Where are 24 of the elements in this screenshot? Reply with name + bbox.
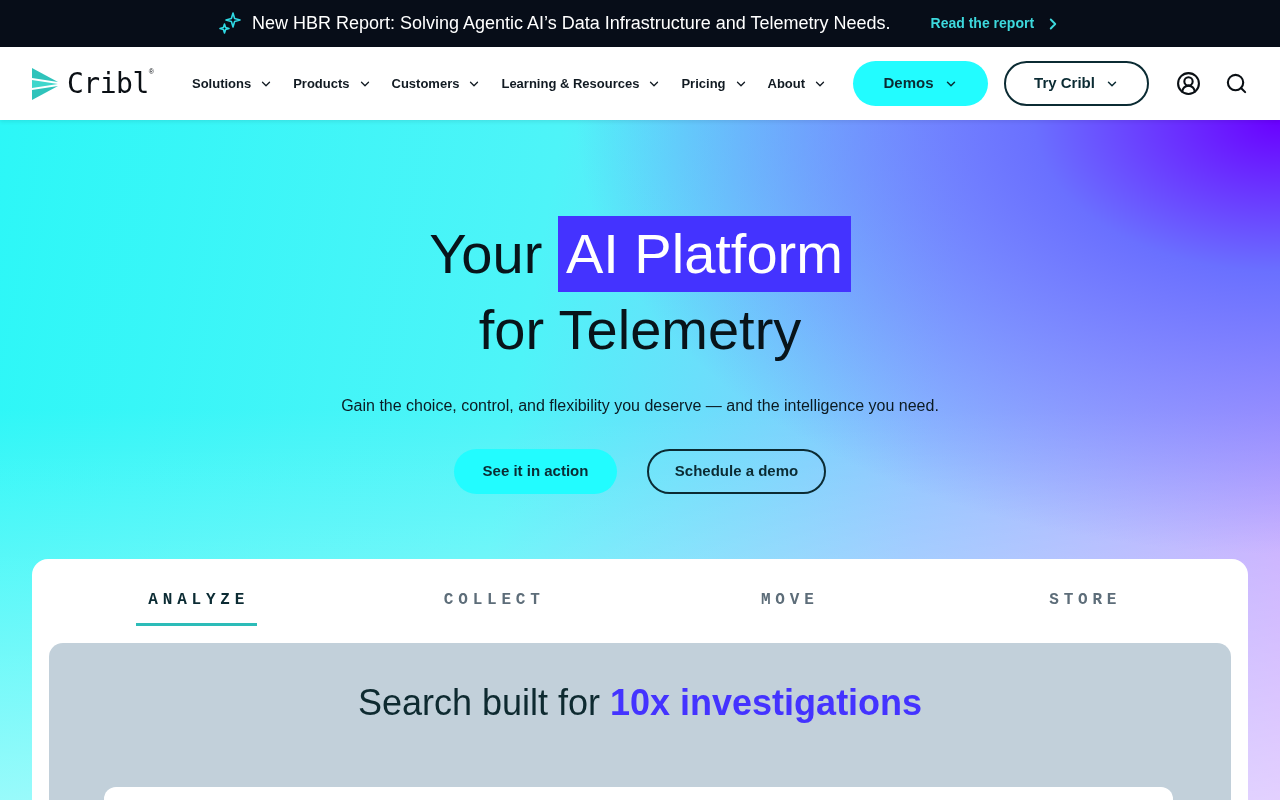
demos-button[interactable]: Demos [853,61,988,106]
nav-menu-item[interactable]: Pricing [681,73,748,94]
nav-menu-item[interactable]: Customers [391,73,482,94]
see-in-action-button[interactable]: See it in action [454,449,617,494]
schedule-demo-button[interactable]: Schedule a demo [647,449,826,494]
tab[interactable]: ANALYZE [136,588,258,626]
tab[interactable]: STORE [1037,588,1130,626]
try-button[interactable]: Try Cribl [1004,61,1149,106]
sparkle-icon [217,11,242,36]
hero-subtitle: Gain the choice, control, and flexibility you deserve — and the intelligence you need. [341,396,939,416]
logo-text: Cribl [67,67,149,100]
announcement-text: New HBR Report: Solving Agentic AI’s Data Infrastructure and Telemetry Needs. [251,12,891,35]
tab[interactable]: COLLECT [431,588,553,626]
nav-menu-item[interactable]: Solutions [191,73,274,94]
logo-icon [32,67,58,100]
hero-heading: Your AI Platform for Telemetry [429,216,851,368]
panel-heading: Search built for 10x investigations [357,681,923,725]
nav-menu-item[interactable]: Products [293,73,372,94]
search-icon[interactable] [1225,72,1248,95]
account-icon[interactable] [1176,71,1201,96]
nav-menu-item[interactable]: Learning & Resources [501,73,662,94]
read-report-link[interactable]: Read the report [930,13,1063,34]
nav-menu-item[interactable]: About [767,73,828,94]
tab[interactable]: MOVE [748,588,827,626]
